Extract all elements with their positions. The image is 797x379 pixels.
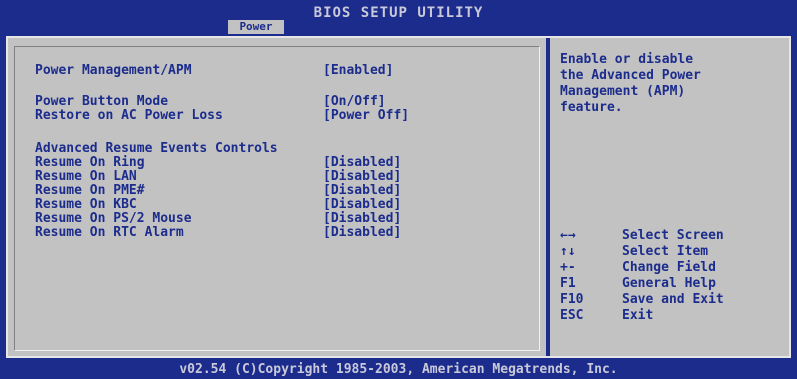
setting-label: Power Button Mode: [35, 94, 169, 109]
setting-label: Power Management/APM: [35, 63, 192, 78]
left-right-arrows-icon: ←→: [560, 228, 576, 243]
app-title: BIOS SETUP UTILITY: [313, 5, 484, 21]
tab-power[interactable]: Power: [228, 20, 284, 34]
settings-panel: Power Management/APM [Enabled] Power But…: [14, 46, 540, 351]
setting-value[interactable]: [Disabled]: [323, 183, 401, 198]
setting-label: Resume On PME#: [35, 183, 145, 198]
setting-value[interactable]: [Disabled]: [323, 169, 401, 184]
setting-label: Resume On PS/2 Mouse: [35, 211, 192, 226]
key-desc: General Help: [622, 276, 716, 291]
main-panel: Power Management/APM [Enabled] Power But…: [6, 36, 791, 358]
setting-value[interactable]: [Disabled]: [323, 211, 401, 226]
setting-label: Resume On Ring: [35, 155, 145, 170]
setting-value[interactable]: [Power Off]: [323, 108, 409, 123]
up-down-arrows-icon: ↑↓: [560, 244, 576, 259]
key-desc: Select Item: [622, 244, 709, 259]
key-desc: Save and Exit: [622, 292, 724, 307]
setting-label: Resume On KBC: [35, 197, 137, 212]
key-label: ESC: [560, 308, 584, 323]
help-panel: Enable or disable the Advanced Power Man…: [550, 38, 789, 356]
setting-value[interactable]: [Disabled]: [323, 225, 401, 240]
key-desc: Select Screen: [622, 228, 724, 243]
key-label: +-: [560, 260, 576, 275]
key-desc: Exit: [622, 308, 654, 323]
key-desc: Change Field: [622, 260, 716, 275]
setting-label: Restore on AC Power Loss: [35, 108, 223, 123]
copyright-footer: v02.54 (C)Copyright 1985-2003, American …: [179, 362, 618, 377]
setting-value[interactable]: [Disabled]: [323, 155, 401, 170]
setting-value[interactable]: [Disabled]: [323, 197, 401, 212]
key-label: F1: [560, 276, 576, 291]
setting-label: Resume On RTC Alarm: [35, 225, 184, 240]
key-label: F10: [560, 292, 584, 307]
setting-value[interactable]: [On/Off]: [323, 94, 386, 109]
title-bar: BIOS SETUP UTILITY Power: [0, 0, 797, 34]
help-text: Enable or disable the Advanced Power Man…: [560, 52, 701, 115]
setting-label: Resume On LAN: [35, 169, 137, 184]
section-label: Advanced Resume Events Controls: [35, 141, 278, 156]
setting-value[interactable]: [Enabled]: [323, 63, 393, 78]
